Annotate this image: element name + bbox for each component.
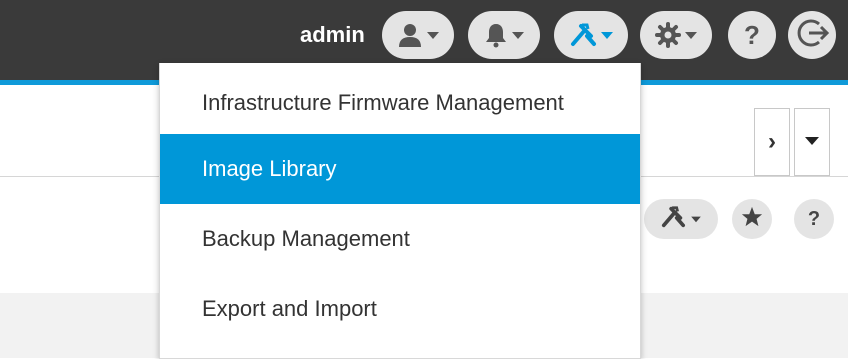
logout-button[interactable] bbox=[788, 11, 836, 59]
notifications-button[interactable] bbox=[468, 11, 540, 59]
chevron-right-icon: › bbox=[768, 128, 776, 155]
bell-icon bbox=[484, 22, 508, 48]
username-label: admin bbox=[300, 22, 365, 47]
tools-dropdown-menu: Infrastructure Firmware Management Image… bbox=[159, 63, 641, 359]
favorite-button[interactable] bbox=[732, 199, 772, 239]
settings-button[interactable] bbox=[640, 11, 712, 59]
user-icon bbox=[397, 22, 423, 48]
menu-item-image-library[interactable]: Image Library bbox=[160, 134, 640, 204]
chevron-down-icon bbox=[600, 30, 614, 40]
chevron-down-icon bbox=[684, 30, 698, 40]
more-dropdown-button[interactable] bbox=[794, 108, 830, 176]
logout-icon bbox=[795, 16, 830, 55]
help-icon: ? bbox=[807, 207, 821, 230]
star-icon bbox=[741, 206, 763, 233]
help-icon: ? bbox=[744, 19, 760, 50]
page-tools-button[interactable] bbox=[644, 199, 718, 239]
tools-icon bbox=[660, 205, 686, 234]
tools-icon bbox=[569, 22, 597, 48]
menu-item-export-and-import[interactable]: Export and Import bbox=[160, 274, 640, 344]
menu-item-backup-management[interactable]: Backup Management bbox=[160, 204, 640, 274]
help-button[interactable]: ? bbox=[728, 11, 776, 59]
tools-menu-button[interactable] bbox=[554, 11, 628, 59]
menu-item-infrastructure-firmware-management[interactable]: Infrastructure Firmware Management bbox=[160, 68, 640, 138]
chevron-down-icon bbox=[690, 210, 702, 228]
gear-icon bbox=[654, 22, 681, 48]
chevron-down-icon bbox=[511, 30, 525, 40]
page-help-button[interactable]: ? bbox=[794, 199, 834, 239]
chevron-down-icon bbox=[426, 30, 440, 40]
caret-down-icon bbox=[804, 133, 820, 151]
user-menu-button[interactable] bbox=[382, 11, 454, 59]
next-button[interactable]: › bbox=[754, 108, 790, 176]
